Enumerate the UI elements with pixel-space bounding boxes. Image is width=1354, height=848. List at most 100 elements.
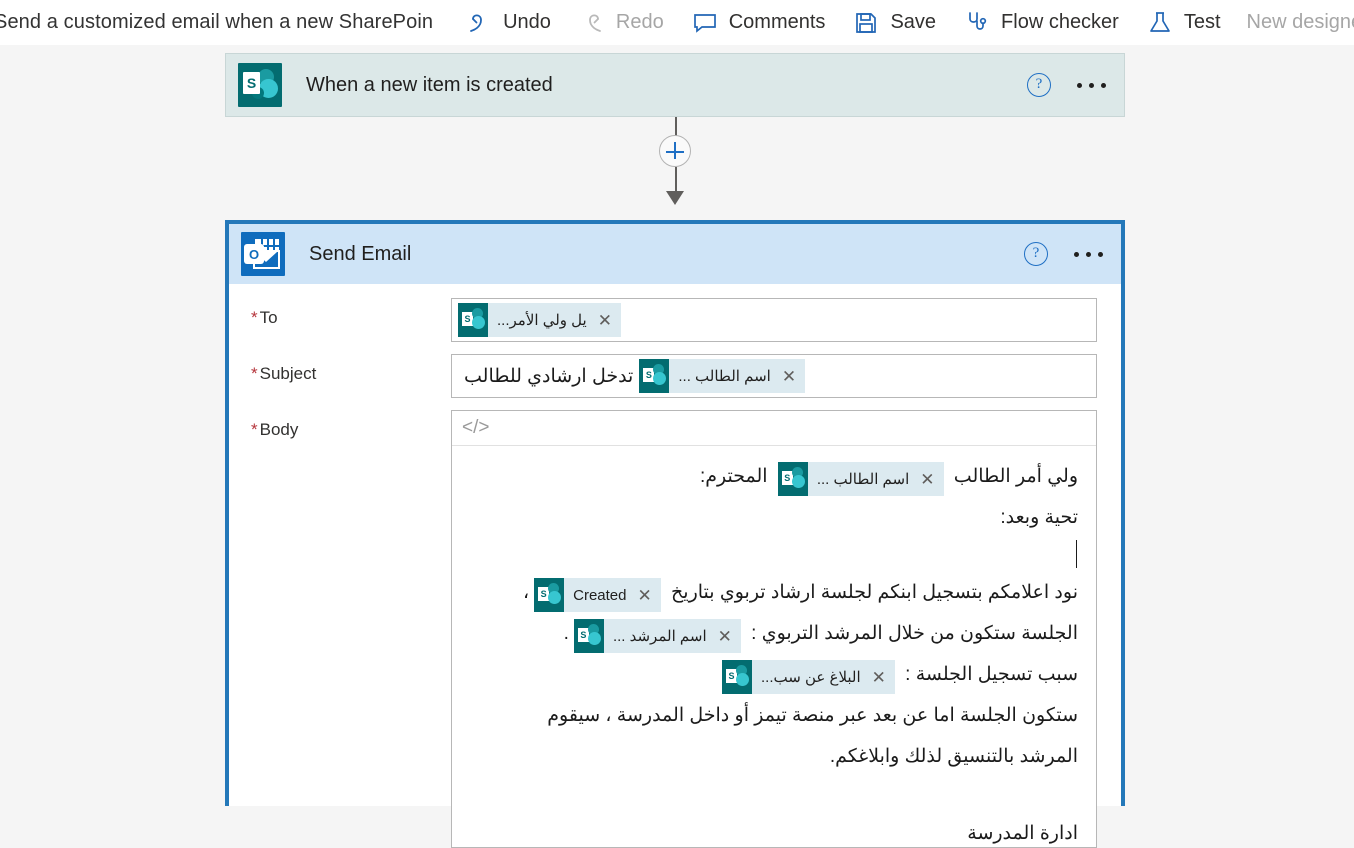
sharepoint-token-icon: S (639, 359, 670, 393)
more-options-icon[interactable] (1070, 246, 1107, 263)
test-button[interactable]: Test (1132, 0, 1234, 45)
undo-button[interactable]: Undo (451, 0, 564, 45)
required-marker: * (251, 364, 258, 383)
dynamic-token-body[interactable]: S البلاغ عن سب... ✕ (721, 660, 895, 695)
field-row-body: * Body </> ولي أمر الطالب S اسم الطالب ...… (251, 410, 1097, 848)
comments-button[interactable]: Comments (677, 0, 839, 45)
dynamic-token-body[interactable]: S Created ✕ (534, 578, 661, 613)
subject-label: * Subject (251, 354, 451, 384)
flow-checker-button[interactable]: Flow checker (949, 0, 1132, 45)
body-label: * Body (251, 410, 451, 440)
body-text-caret (470, 538, 1078, 572)
flow-title: Send a customized email when a new Share… (0, 11, 434, 33)
save-label: Save (890, 11, 937, 33)
flow-checker-icon (962, 8, 992, 38)
close-icon[interactable]: ✕ (870, 669, 895, 686)
body-text: ولي أمر الطالب (948, 466, 1078, 488)
body-editor-toolbar: </> (452, 411, 1096, 447)
token-label: Created (573, 586, 627, 604)
comment-icon (690, 8, 720, 38)
flow-checker-label: Flow checker (1001, 11, 1119, 33)
command-bar: Send a customized email when a new Share… (0, 0, 1354, 45)
token-label: البلاغ عن سب... (760, 668, 861, 686)
subject-label-text: Subject (259, 364, 317, 383)
body-line: المرشد بالتنسيق لذلك وابلاغكم. (829, 746, 1078, 768)
field-row-subject: * Subject S اسم الطالب ... ✕ تدخل ارشادي … (251, 354, 1097, 398)
body-label-text: Body (259, 420, 299, 439)
action-card-header[interactable]: O Send Email ? (229, 224, 1121, 284)
body-line: سبب تسجيل الجلسة : S البلاغ عن سب... ✕ (470, 654, 1078, 695)
connector-arrow-icon (666, 191, 684, 205)
redo-label: Redo (615, 11, 664, 33)
trigger-card-actions: ? (1027, 73, 1124, 97)
redo-button[interactable]: Redo (564, 0, 677, 45)
token-label: اسم المرشد ... (612, 627, 707, 645)
close-icon[interactable]: ✕ (636, 587, 661, 604)
body-line: ستكون الجلسة اما عن بعد عبر منصة تيمز أو… (547, 705, 1078, 727)
sharepoint-token-icon: S (777, 462, 808, 497)
body-content[interactable]: ولي أمر الطالب S اسم الطالب ... ✕ المحترم:… (452, 446, 1096, 847)
test-label: Test (1183, 11, 1221, 33)
body-text: المحترم: (699, 466, 773, 488)
save-button[interactable]: Save (838, 0, 949, 45)
sharepoint-token-icon: S (534, 578, 565, 613)
designer-canvas: S When a new item is created ? O Send Em… (0, 45, 1354, 848)
new-designer-button[interactable]: New designer (1234, 0, 1354, 45)
trigger-card-title: When a new item is created (306, 73, 553, 96)
test-flask-icon (1145, 8, 1175, 38)
action-card-title: Send Email (309, 242, 412, 265)
required-marker: * (251, 420, 258, 439)
close-icon[interactable]: ✕ (780, 368, 805, 385)
action-card-actions: ? (1024, 242, 1121, 266)
undo-label: Undo (503, 11, 551, 33)
new-designer-label: New designer (1246, 11, 1354, 33)
subject-field: S اسم الطالب ... ✕ تدخل ارشادي للطالب (451, 354, 1097, 398)
body-field: </> ولي أمر الطالب S اسم الطالب ... ✕ المح… (451, 410, 1097, 848)
field-row-to: * To S يل ولي الأمر... ✕ (251, 298, 1097, 342)
to-label: * To (251, 298, 451, 328)
to-label-text: To (259, 308, 278, 327)
dynamic-token-body[interactable]: S اسم المرشد ... ✕ (573, 619, 741, 654)
close-icon[interactable]: ✕ (716, 628, 741, 645)
text-cursor (1076, 540, 1077, 569)
help-icon[interactable]: ? (1024, 242, 1048, 266)
token-label: اسم الطالب ... (678, 368, 771, 385)
body-text: ، (522, 582, 530, 604)
body-text: . (563, 623, 569, 645)
action-card-form: * To S يل ولي الأمر... ✕ * Subject S اسم… (229, 284, 1121, 848)
save-icon (851, 8, 881, 38)
redo-icon (577, 8, 607, 38)
connector-line-top (674, 117, 677, 136)
sharepoint-token-icon: S (721, 660, 752, 695)
to-input[interactable]: S يل ولي الأمر... ✕ (451, 298, 1097, 342)
add-step-button[interactable] (659, 135, 691, 167)
dynamic-token-body[interactable]: S اسم الطالب ... ✕ (777, 462, 944, 497)
comments-label: Comments (728, 11, 826, 33)
body-text: الجلسة ستكون من خلال المرشد التربوي : (745, 623, 1078, 645)
body-text: نود اعلامكم بتسجيل ابنكم لجلسة ارشاد ترب… (665, 582, 1078, 604)
body-line: ادارة المدرسة (967, 823, 1078, 845)
code-view-icon[interactable]: </> (462, 417, 489, 439)
body-line: نود اعلامكم بتسجيل ابنكم لجلسة ارشاد ترب… (470, 572, 1078, 613)
trigger-card-when-a-new-item-is-created[interactable]: S When a new item is created ? (225, 53, 1125, 117)
to-field: S يل ولي الأمر... ✕ (451, 298, 1097, 342)
token-label: اسم الطالب ... (816, 470, 910, 488)
sharepoint-icon: S (226, 54, 294, 116)
token-label: يل ولي الأمر... (497, 312, 587, 329)
subject-input[interactable]: S اسم الطالب ... ✕ تدخل ارشادي للطالب (451, 354, 1097, 398)
help-icon[interactable]: ? (1027, 73, 1051, 97)
body-line: تحية وبعد: (1000, 507, 1078, 529)
sharepoint-token-icon: S (573, 619, 604, 654)
dynamic-token-to[interactable]: S يل ولي الأمر... ✕ (458, 303, 621, 337)
close-icon[interactable]: ✕ (596, 312, 621, 329)
connector (659, 117, 691, 220)
required-marker: * (251, 308, 258, 327)
action-card-send-email[interactable]: O Send Email ? * To S يل ولي الأمر... ✕ … (225, 220, 1125, 848)
more-options-icon[interactable] (1073, 77, 1110, 94)
body-empty-line (470, 777, 1078, 813)
body-text: سبب تسجيل الجلسة : (899, 664, 1078, 686)
subject-text: تدخل ارشادي للطالب (464, 365, 634, 387)
close-icon[interactable]: ✕ (918, 471, 943, 488)
dynamic-token-subject[interactable]: S اسم الطالب ... ✕ (639, 359, 806, 393)
body-rich-text-editor[interactable]: </> ولي أمر الطالب S اسم الطالب ... ✕ المح… (451, 410, 1097, 848)
